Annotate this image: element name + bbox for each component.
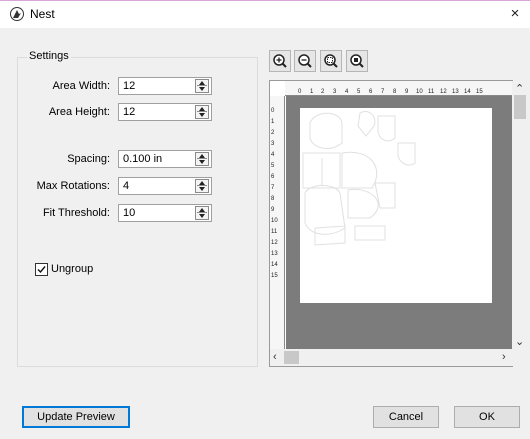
spacing-label: Spacing: (67, 153, 110, 165)
spacing-stepper[interactable] (195, 152, 209, 166)
zoom-fit-icon (324, 54, 338, 68)
fit-threshold-stepper[interactable] (195, 206, 209, 220)
app-logo-icon (10, 7, 24, 21)
ruler-top-tick: 15 (476, 89, 483, 95)
vertical-scrollbar[interactable] (512, 81, 529, 349)
ruler-left-tick: 7 (271, 185, 275, 191)
ok-button[interactable]: OK (454, 406, 520, 428)
spacing-value: 0.100 in (123, 153, 163, 165)
ruler-left-tick: 10 (271, 218, 278, 224)
fit-threshold-value: 10 (123, 207, 136, 219)
ruler-left-tick: 2 (271, 130, 275, 136)
area-width-label: Area Width: (52, 80, 110, 92)
ruler-top-tick: 6 (369, 89, 373, 95)
window-title: Nest (30, 7, 55, 21)
ruler-left-tick: 9 (271, 207, 275, 213)
horizontal-scrollbar[interactable] (270, 349, 513, 366)
area-height-value: 12 (123, 106, 136, 118)
fit-threshold-field[interactable]: 10 (118, 204, 212, 222)
ruler-left-tick: 8 (271, 196, 275, 202)
vertical-ruler: 0 1 2 3 4 5 6 7 8 9 10 11 12 13 14 15 (270, 96, 285, 349)
ruler-top-tick: 3 (333, 89, 337, 95)
horizontal-ruler: 0 1 2 3 4 5 6 7 8 9 10 11 12 13 14 15 (285, 81, 512, 96)
ungroup-checkbox[interactable] (35, 263, 48, 276)
zoom-in-button[interactable] (269, 50, 291, 72)
ruler-top-tick: 8 (393, 89, 397, 95)
area-width-stepper[interactable] (195, 79, 209, 93)
update-preview-button[interactable]: Update Preview (22, 406, 130, 428)
ruler-left-tick: 13 (271, 251, 278, 257)
scroll-left-icon[interactable]: ‹ (273, 351, 277, 363)
area-height-stepper[interactable] (195, 105, 209, 119)
ruler-left-tick: 15 (271, 273, 278, 279)
settings-group-title: Settings (27, 50, 71, 62)
ruler-top-tick: 2 (321, 89, 325, 95)
nested-shapes-preview (302, 111, 416, 246)
ruler-top-tick: 13 (452, 89, 459, 95)
cutting-mat[interactable] (300, 108, 492, 303)
scroll-up-icon[interactable]: ⌃ (515, 82, 524, 95)
spacing-field[interactable]: 0.100 in (118, 150, 212, 168)
max-rotations-label: Max Rotations: (36, 180, 110, 192)
ruler-top-tick: 14 (464, 89, 471, 95)
ruler-left-tick: 11 (271, 229, 278, 235)
ruler-top-tick: 1 (310, 89, 314, 95)
zoom-in-icon (273, 54, 287, 68)
vertical-scroll-thumb[interactable] (514, 95, 526, 119)
ruler-top-tick: 9 (405, 89, 409, 95)
title-bar: Nest × (0, 0, 530, 28)
ruler-top-tick: 12 (440, 89, 447, 95)
ruler-top-tick: 10 (416, 89, 423, 95)
checkmark-icon (37, 266, 46, 274)
scroll-right-icon[interactable]: › (502, 351, 506, 363)
ruler-left-tick: 3 (271, 141, 275, 147)
fit-threshold-label: Fit Threshold: (42, 207, 110, 219)
ruler-left-tick: 14 (271, 262, 278, 268)
close-button[interactable]: × (504, 4, 526, 24)
ruler-top-tick: 11 (428, 89, 435, 95)
ruler-left-tick: 0 (271, 108, 275, 114)
horizontal-scroll-thumb[interactable] (284, 351, 299, 364)
ruler-left-tick: 12 (271, 240, 278, 246)
cancel-button[interactable]: Cancel (373, 406, 439, 428)
zoom-out-icon (298, 54, 312, 68)
max-rotations-value: 4 (123, 180, 130, 192)
area-height-field[interactable]: 12 (118, 103, 212, 121)
ruler-top-tick: 7 (381, 89, 385, 95)
zoom-selection-icon (350, 54, 364, 68)
ruler-left-tick: 4 (271, 152, 275, 158)
area-width-field[interactable]: 12 (118, 77, 212, 95)
zoom-selection-button[interactable] (346, 50, 368, 72)
ruler-top-tick: 4 (345, 89, 349, 95)
max-rotations-stepper[interactable] (195, 179, 209, 193)
zoom-fit-button[interactable] (320, 50, 342, 72)
ungroup-label: Ungroup (51, 263, 94, 275)
max-rotations-field[interactable]: 4 (118, 177, 212, 195)
ruler-top-tick: 5 (357, 89, 361, 95)
scroll-down-icon[interactable]: ⌄ (515, 335, 524, 348)
ruler-left-tick: 1 (271, 119, 275, 125)
zoom-out-button[interactable] (294, 50, 316, 72)
ruler-left-tick: 5 (271, 163, 275, 169)
area-width-value: 12 (123, 80, 136, 92)
area-height-label: Area Height: (48, 106, 110, 118)
ruler-left-tick: 6 (271, 174, 275, 180)
ruler-top-tick: 0 (298, 89, 302, 95)
